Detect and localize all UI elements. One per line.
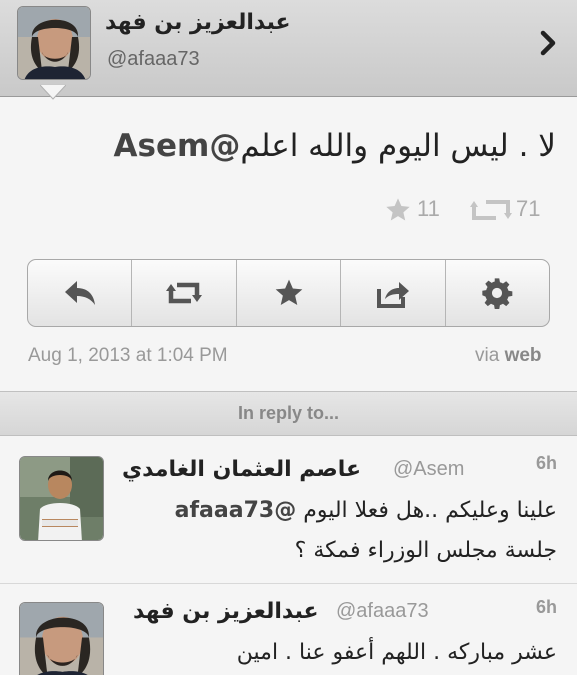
retweet-count: 71 [470, 196, 540, 226]
star-icon [275, 279, 302, 305]
tweet-source: via web [475, 345, 542, 366]
settings-button[interactable] [446, 260, 549, 326]
list-item[interactable]: عاصم العثمان الغامدي @Asem 6h علينا وعلي… [0, 437, 577, 584]
reply-author-handle: @afaaa73 [336, 600, 429, 622]
reply-author-name: عبدالعزيز بن فهد [133, 599, 319, 624]
tweet-body: لا . ليس اليوم والله اعلم [240, 128, 556, 164]
chevron-right-icon[interactable] [538, 30, 558, 56]
reply-time: 6h [536, 453, 558, 473]
retweet-icon [166, 282, 203, 304]
profile-header[interactable]: عبدالعزيز بن فهد @afaaa73 [0, 0, 577, 97]
avatar[interactable] [19, 602, 104, 675]
reply-time: 6h [536, 597, 558, 617]
reply-author-handle: @Asem [393, 458, 465, 480]
avatar[interactable] [19, 456, 104, 541]
tweet-date: Aug 1, 2013 at 1:04 PM [28, 345, 228, 366]
reply-icon [64, 281, 95, 305]
reply-author-name: عاصم العثمان الغامدي [122, 457, 362, 482]
retweet-button[interactable] [132, 260, 237, 326]
favorite-count: 11 [383, 196, 440, 226]
avatar[interactable] [17, 6, 91, 80]
profile-handle: @afaaa73 [107, 48, 200, 70]
reply-button[interactable] [28, 260, 133, 326]
in-reply-to-bar[interactable]: In reply to... [0, 391, 577, 436]
tweet-mention[interactable]: @Asem [114, 128, 241, 164]
share-button[interactable] [341, 260, 446, 326]
source-link[interactable]: web [505, 345, 542, 366]
share-icon [376, 282, 409, 308]
reply-text: علينا وعليكم ..هل فعلا اليوم @afaaa73 جل… [174, 498, 557, 563]
favorite-button[interactable] [237, 260, 342, 326]
gear-icon [482, 278, 513, 309]
retweet-icon [470, 200, 512, 221]
profile-name: عبدالعزيز بن فهد [105, 10, 291, 35]
star-icon [386, 198, 410, 221]
tweet-actions [27, 259, 550, 327]
list-item[interactable]: عبدالعزيز بن فهد @afaaa73 6h عشر مباركه … [0, 585, 577, 675]
tweet-text: لا . ليس اليوم والله اعلم@Asem [0, 128, 556, 164]
header-pointer [40, 84, 66, 100]
reply-text: عشر مباركه . اللهم أعفو عنا . امين [236, 640, 557, 665]
reply-mention[interactable]: @afaaa73 [175, 498, 297, 523]
